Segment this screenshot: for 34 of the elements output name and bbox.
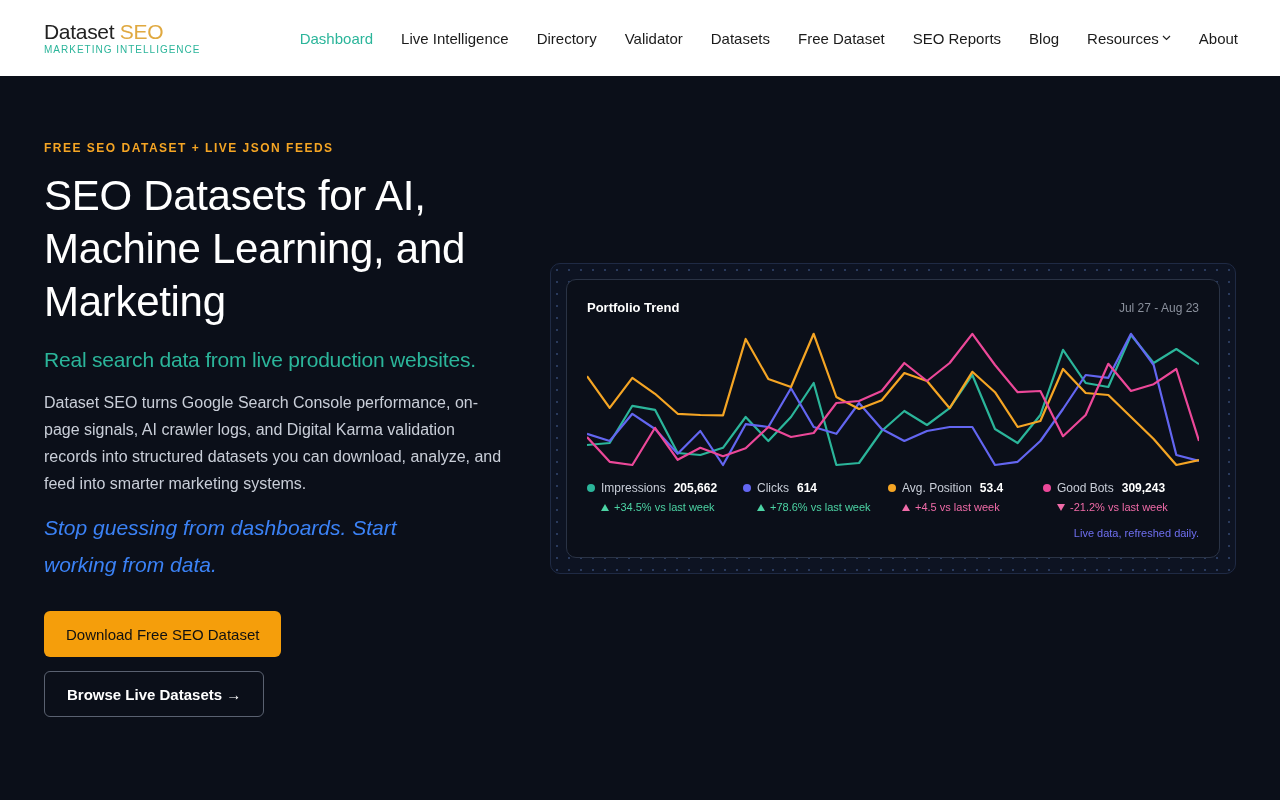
metric-name: Avg. Position <box>902 481 972 495</box>
change-label: +78.6% vs last week <box>770 501 871 513</box>
browse-button[interactable]: Browse Live Datasets → <box>44 671 265 717</box>
chevron-down-icon <box>1161 35 1171 41</box>
nav-link[interactable]: Datasets <box>696 23 784 53</box>
nav-link[interactable]: SEO Reports <box>898 23 1016 53</box>
nav-link[interactable]: Resources <box>1073 23 1185 53</box>
hero-title: SEO Datasets for AI, Machine Learning, and Marketing <box>44 171 466 327</box>
nav-link[interactable]: Blog <box>1015 23 1074 53</box>
metric-name: Good Bots <box>1057 481 1114 495</box>
card-title: Portfolio Trend <box>587 300 680 315</box>
metric-name: Impressions <box>601 481 666 495</box>
nav-link[interactable]: Live Intelligence <box>387 23 523 53</box>
metric-value: 309,243 <box>1121 481 1166 495</box>
download-button[interactable]: Download Free SEO Dataset <box>44 611 282 657</box>
nav-link[interactable]: Validator <box>610 23 697 53</box>
hero-description: Dataset SEO turns Google Search Console performance, on-page signals, AI crawler logs, and Digital Karma validation records into structured datasets you can download, analyze, and feed into smarter marketing systems. <box>44 393 503 494</box>
nav-link[interactable]: Directory <box>522 23 611 53</box>
metric-value: 53.4 <box>979 481 1004 495</box>
metric-value: 614 <box>797 481 818 495</box>
nav-link[interactable]: Free Dataset <box>783 23 899 53</box>
hero-subtitle: Real search data from live production websites. <box>44 348 477 372</box>
date-range: Jul 27 - Aug 23 <box>1118 300 1199 315</box>
change-label: +34.5% vs last week <box>614 501 715 513</box>
hero-slogan: Stop guessing from dashboards. Start working from data. <box>44 515 399 578</box>
footnote: Live data, refreshed daily. <box>1072 527 1199 539</box>
eyebrow-label: FREE SEO DATASET + LIVE JSON FEEDS <box>44 141 335 155</box>
change-label: -21.2% vs last week <box>1070 501 1168 513</box>
change-label: +4.5 vs last week <box>915 501 1000 513</box>
logo-tagline: MARKETING INTELLIGENCE <box>44 44 201 55</box>
metric-value: 205,662 <box>673 481 718 495</box>
logo-wordmark[interactable]: Dataset SEO <box>44 21 201 43</box>
metric-name: Clicks <box>757 481 789 495</box>
nav-link[interactable]: About <box>1184 23 1252 53</box>
